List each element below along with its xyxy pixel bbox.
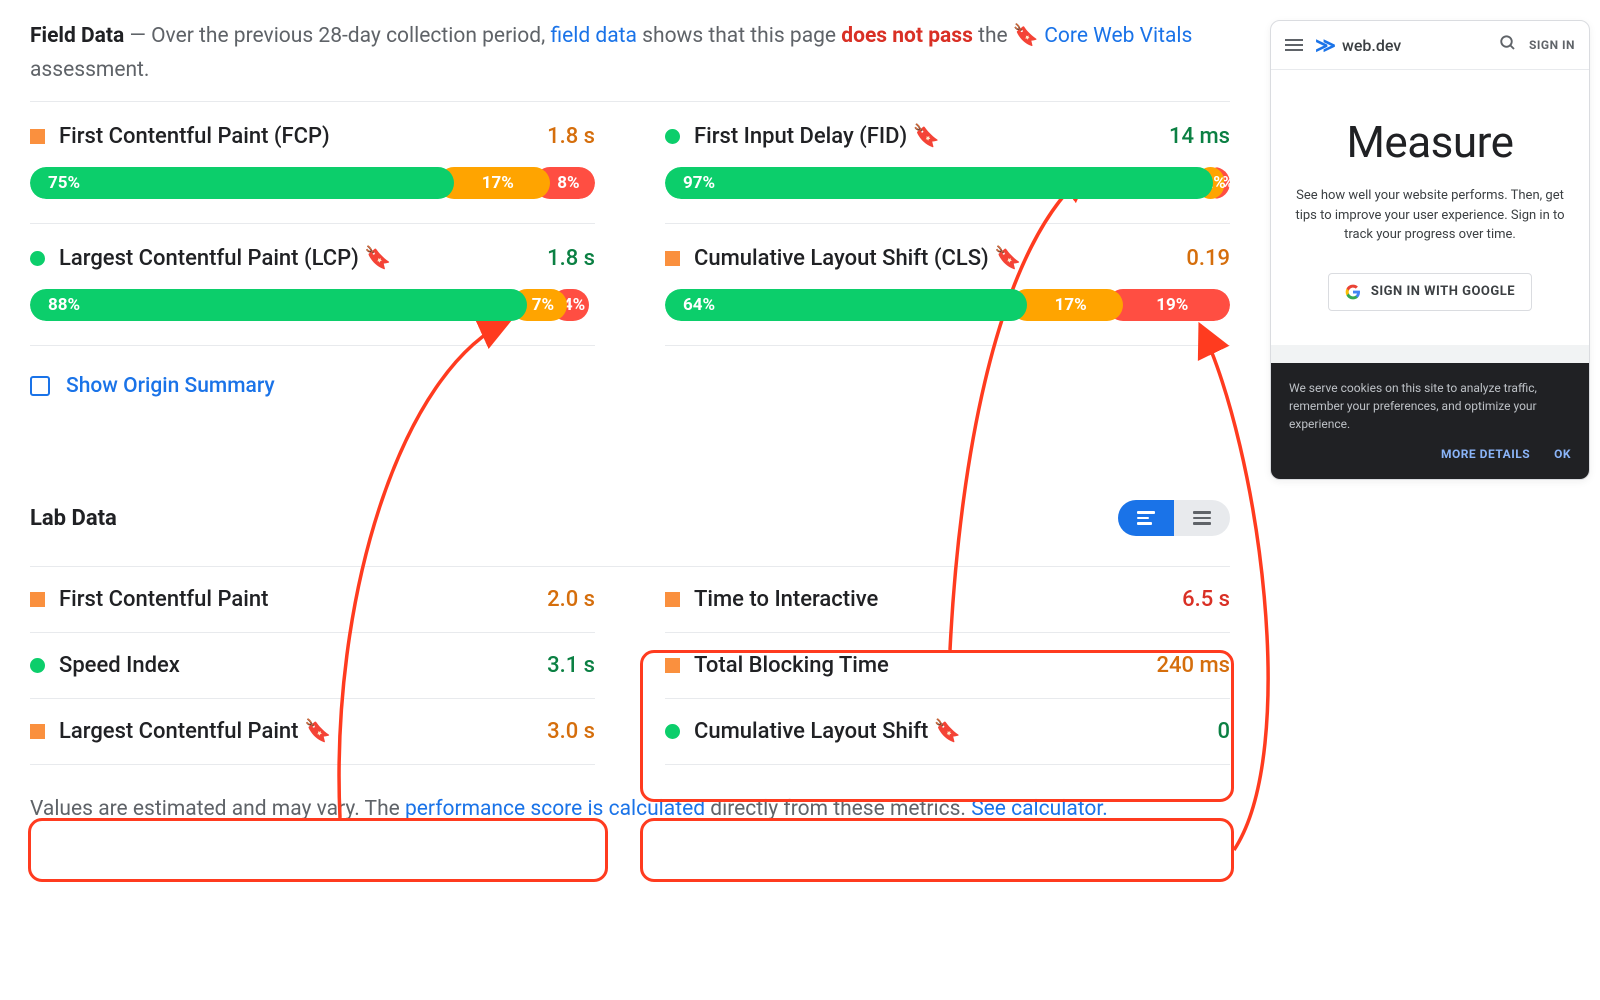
lab-metric-value: 0 <box>1217 719 1230 744</box>
field-metric: First Input Delay (FID) 🔖 14 ms 97% 2% 1… <box>665 102 1230 224</box>
metric-name: First Input Delay (FID) 🔖 <box>694 124 1155 149</box>
cookie-ok-button[interactable]: OK <box>1554 445 1571 463</box>
lab-metric-name: Total Blocking Time <box>694 653 1143 678</box>
calc-link[interactable]: performance score is calculated <box>405 797 705 821</box>
show-origin-checkbox[interactable] <box>30 376 50 396</box>
cookie-text: We serve cookies on this site to analyze… <box>1289 379 1571 433</box>
status-indicator-icon <box>665 592 680 607</box>
field-data-label: Field Data <box>30 24 124 48</box>
search-icon[interactable] <box>1499 34 1517 56</box>
highlight-cls <box>640 818 1234 882</box>
metric-name: Largest Contentful Paint (LCP) 🔖 <box>59 246 533 271</box>
status-indicator-icon <box>665 724 680 739</box>
lab-metric-name: Cumulative Layout Shift 🔖 <box>694 719 1203 744</box>
lab-metric-row: Speed Index 3.1 s <box>30 633 595 699</box>
brand-logo[interactable]: ≫web.dev <box>1315 33 1487 57</box>
lab-metric-row: Time to Interactive 6.5 s <box>665 567 1230 633</box>
field-metric: First Contentful Paint (FCP) 1.8 s 75% 1… <box>30 102 595 224</box>
signin-link[interactable]: SIGN IN <box>1529 38 1575 52</box>
google-signin-button[interactable]: SIGN IN WITH GOOGLE <box>1328 273 1532 311</box>
metric-value: 14 ms <box>1169 124 1230 149</box>
metric-name: Cumulative Layout Shift (CLS) 🔖 <box>694 246 1172 271</box>
bookmark-icon: 🔖 <box>304 719 331 744</box>
bookmark-icon: 🔖 <box>994 246 1021 271</box>
bookmark-icon: 🔖 <box>364 246 391 271</box>
bookmark-icon: 🔖 <box>1013 20 1039 54</box>
footer-note: Values are estimated and may vary. The p… <box>30 793 1230 827</box>
lab-metric-row: Largest Contentful Paint 🔖 3.0 s <box>30 699 595 765</box>
status-indicator-icon <box>30 724 45 739</box>
lab-metrics-grid: First Contentful Paint 2.0 s Time to Int… <box>30 566 1230 765</box>
show-origin-row[interactable]: Show Origin Summary <box>30 356 1230 410</box>
distribution-bar: 97% 2% 1% <box>665 167 1230 199</box>
metric-value: 1.8 s <box>547 124 595 149</box>
view-toggle[interactable] <box>1118 500 1230 536</box>
lab-metric-name: Time to Interactive <box>694 587 1168 612</box>
lab-data-title: Lab Data <box>30 506 117 531</box>
fail-text: does not pass <box>841 24 973 48</box>
highlight-lcp <box>28 818 608 882</box>
status-indicator-icon <box>30 592 45 607</box>
lab-metric-value: 2.0 s <box>547 587 595 612</box>
status-indicator-icon <box>30 129 45 144</box>
lab-metric-row: Total Blocking Time 240 ms <box>665 633 1230 699</box>
view-toggle-detailed[interactable] <box>1118 500 1174 536</box>
lab-metric-name: Speed Index <box>59 653 533 678</box>
bookmark-icon: 🔖 <box>913 124 940 149</box>
lab-metric-name: First Contentful Paint <box>59 587 533 612</box>
measure-title: Measure <box>1291 116 1569 168</box>
distribution-bar: 88% 7% 4% <box>30 289 595 321</box>
lab-metric-row: Cumulative Layout Shift 🔖 0 <box>665 699 1230 765</box>
bookmark-icon: 🔖 <box>934 719 961 744</box>
lab-metric-row: First Contentful Paint 2.0 s <box>30 567 595 633</box>
menu-icon[interactable] <box>1285 39 1303 51</box>
cwv-link[interactable]: Core Web Vitals <box>1044 24 1192 48</box>
field-metric: Cumulative Layout Shift (CLS) 🔖 0.19 64%… <box>665 224 1230 346</box>
status-indicator-icon <box>665 129 680 144</box>
show-origin-label: Show Origin Summary <box>66 374 275 398</box>
cookie-more-button[interactable]: MORE DETAILS <box>1441 445 1530 463</box>
metric-value: 0.19 <box>1186 246 1230 271</box>
mobile-preview: ≫web.dev SIGN IN Measure See how well yo… <box>1270 20 1590 480</box>
list-left-icon <box>1137 511 1155 525</box>
status-indicator-icon <box>665 251 680 266</box>
see-calc-link[interactable]: See calculator. <box>971 797 1108 821</box>
field-metrics-grid: First Contentful Paint (FCP) 1.8 s 75% 1… <box>30 101 1230 346</box>
field-data-link[interactable]: field data <box>550 24 637 48</box>
lab-metric-value: 240 ms <box>1157 653 1230 678</box>
field-metric: Largest Contentful Paint (LCP) 🔖 1.8 s 8… <box>30 224 595 346</box>
report-panel: Field Data — Over the previous 28-day co… <box>30 20 1230 827</box>
status-indicator-icon <box>30 658 45 673</box>
view-toggle-compact[interactable] <box>1174 500 1230 536</box>
lab-metric-value: 6.5 s <box>1182 587 1230 612</box>
lab-metric-value: 3.0 s <box>547 719 595 744</box>
google-icon <box>1345 284 1361 300</box>
metric-value: 1.8 s <box>547 246 595 271</box>
cookie-banner: We serve cookies on this site to analyze… <box>1271 363 1589 479</box>
distribution-bar: 64% 17% 19% <box>665 289 1230 321</box>
distribution-bar: 75% 17% 8% <box>30 167 595 199</box>
lab-metric-name: Largest Contentful Paint 🔖 <box>59 719 533 744</box>
logo-mark-icon: ≫ <box>1315 33 1336 57</box>
status-indicator-icon <box>30 251 45 266</box>
list-even-icon <box>1193 511 1211 525</box>
metric-name: First Contentful Paint (FCP) <box>59 124 533 149</box>
lab-metric-value: 3.1 s <box>547 653 595 678</box>
field-data-header: Field Data — Over the previous 28-day co… <box>30 20 1230 87</box>
status-indicator-icon <box>665 658 680 673</box>
measure-description: See how well your website performs. Then… <box>1291 186 1569 245</box>
